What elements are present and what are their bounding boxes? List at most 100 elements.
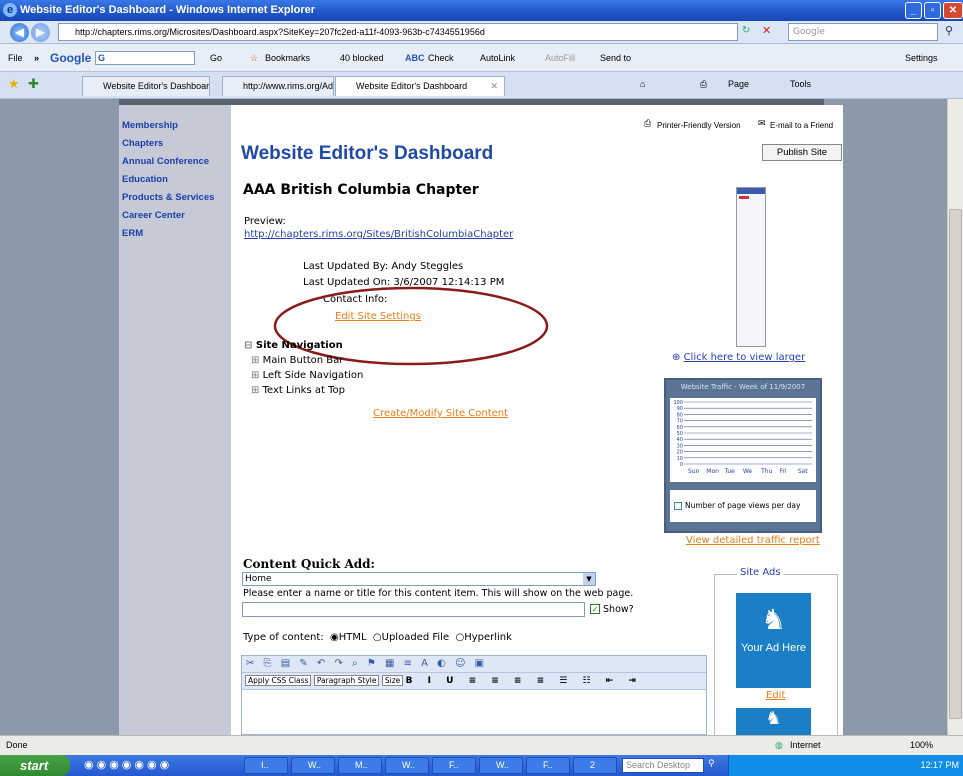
site-preview-thumbnail[interactable] — [736, 187, 766, 347]
show-checkbox[interactable]: ✓ — [590, 604, 600, 614]
popup-blocked-button[interactable]: 40 blocked — [340, 44, 384, 72]
dropdown-arrow-icon[interactable]: ▼ — [583, 573, 595, 585]
close-tab-icon[interactable]: ✕ — [490, 77, 498, 96]
send-to-button[interactable]: Send to — [600, 44, 631, 72]
view-larger-link[interactable]: ⊕ Click here to view larger — [672, 352, 805, 363]
task-button-5[interactable]: F.. — [432, 757, 476, 774]
ad-banner-2[interactable]: ♞ — [736, 708, 811, 735]
x-tick-label: Tue — [724, 468, 736, 475]
format-buttons[interactable]: B I U ≡ ≡ ≡ ≡ ☰ ☷ ⇤ ⇥ — [406, 676, 642, 686]
publish-site-button[interactable]: Publish Site — [762, 144, 842, 161]
content-type-row: Type of content: ◉HTML ○Uploaded File ○H… — [243, 632, 512, 643]
task-button-4[interactable]: W.. — [385, 757, 429, 774]
forward-arrow-icon[interactable]: ▶ — [31, 23, 50, 42]
check-button[interactable]: Check — [428, 44, 454, 72]
autofill-button[interactable]: AutoFill — [545, 44, 575, 72]
radio-hyperlink[interactable]: ○Hyperlink — [452, 632, 511, 643]
back-arrow-icon[interactable]: ◀ — [10, 23, 29, 42]
editor-toolbar-row-1[interactable]: ✂ ⎘ ▤ ✎ ↶ ↷ ⌕ ⚑ ▦ ≡ A ◐ ☺ ▣ — [242, 656, 706, 673]
printer-icon: ⎙ — [644, 119, 652, 129]
task-button-3[interactable]: M.. — [338, 757, 382, 774]
search-input[interactable]: Google — [788, 23, 938, 41]
preview-url-link[interactable]: http://chapters.rims.org/Sites/BritishCo… — [244, 229, 513, 240]
address-bar-row: ◀ ▶ http://chapters.rims.org/Microsites/… — [0, 21, 963, 44]
page-menu[interactable]: Page — [728, 79, 749, 89]
home-icon[interactable]: ⌂ — [640, 79, 645, 89]
radio-uploaded-file[interactable]: ○Uploaded File — [370, 632, 449, 643]
css-class-select[interactable]: Apply CSS Class — [245, 675, 312, 686]
expand-icon[interactable]: ⊞ — [251, 370, 259, 381]
nav-erm[interactable]: ERM — [119, 225, 231, 243]
content-title-input[interactable] — [242, 602, 585, 617]
google-search-box[interactable]: G — [95, 51, 195, 65]
task-button-1[interactable]: I.. — [244, 757, 288, 774]
quick-launch-icons[interactable]: ◉◉◉◉◉◉◉ — [84, 758, 172, 771]
show-checkbox-row[interactable]: ✓ Show? — [590, 604, 634, 615]
settings-button[interactable]: Settings — [905, 44, 938, 72]
globe-icon: ◍ — [775, 740, 783, 750]
ad-edit-link[interactable]: Edit — [766, 690, 785, 701]
task-button-8[interactable]: 2 — [573, 757, 617, 774]
chapter-name: AAA British Columbia Chapter — [243, 182, 479, 198]
minimize-icon[interactable]: _ — [905, 2, 922, 19]
favorites-star-icon[interactable]: ★ — [8, 76, 20, 92]
expand-icon[interactable]: ⊞ — [251, 385, 259, 396]
tab-dashboard-active[interactable]: Website Editor's Dashboard ✕ — [335, 76, 505, 96]
y-tick-label: 70 — [677, 419, 683, 425]
autolink-button[interactable]: AutoLink — [480, 44, 515, 72]
search-icon[interactable]: ⚲ — [945, 24, 953, 37]
nav-annual-conference[interactable]: Annual Conference — [119, 153, 231, 171]
start-button[interactable]: start — [0, 755, 70, 776]
star-icon[interactable]: ☆ — [250, 44, 258, 72]
zoom-level[interactable]: 100% — [910, 736, 933, 755]
radio-html[interactable]: ◉HTML — [327, 632, 367, 643]
close-icon[interactable]: ✕ — [943, 2, 963, 19]
size-select[interactable]: Size — [381, 675, 404, 686]
traffic-title: Website Traffic - Week of 11/9/2007 — [680, 383, 806, 391]
collapse-icon[interactable]: ⊟ — [244, 340, 252, 351]
section-select[interactable]: Home ▼ — [242, 572, 596, 586]
desktop-search-icon[interactable]: ⚲ — [708, 758, 715, 769]
tab-admin[interactable]: http://www.rims.org/AdminT... — [222, 76, 334, 96]
printer-friendly-link[interactable]: Printer-Friendly Version — [657, 121, 741, 130]
add-favorites-icon[interactable]: ✚ — [28, 76, 39, 92]
nav-tree-left-side-nav[interactable]: ⊞ Left Side Navigation — [251, 370, 363, 381]
nav-career-center[interactable]: Career Center — [119, 207, 231, 225]
editor-toolbar-row-2: Apply CSS Class Paragraph Style Size B I… — [242, 673, 706, 690]
refresh-icon[interactable]: ↻ — [742, 25, 750, 36]
create-modify-content-link[interactable]: Create/Modify Site Content — [373, 408, 508, 419]
scrollbar-thumb[interactable] — [949, 209, 962, 719]
task-button-7[interactable]: F.. — [526, 757, 570, 774]
desktop-search-input[interactable]: Search Desktop — [622, 758, 704, 773]
tools-menu[interactable]: Tools — [790, 79, 811, 89]
go-button[interactable]: Go — [210, 44, 222, 72]
email-icon: ✉ — [758, 119, 766, 129]
nav-chapters[interactable]: Chapters — [119, 135, 231, 153]
rich-text-editor[interactable]: ✂ ⎘ ▤ ✎ ↶ ↷ ⌕ ⚑ ▦ ≡ A ◐ ☺ ▣ Apply CSS Cl… — [241, 655, 707, 735]
window-title-bar[interactable]: e Website Editor's Dashboard - Windows I… — [0, 0, 963, 21]
bookmarks-button[interactable]: Bookmarks — [265, 44, 310, 72]
vertical-scrollbar[interactable] — [947, 99, 963, 735]
task-button-6[interactable]: W.. — [479, 757, 523, 774]
task-button-2[interactable]: W.. — [291, 757, 335, 774]
print-icon[interactable]: ⎙ — [700, 79, 707, 90]
nav-membership[interactable]: Membership — [119, 117, 231, 135]
file-menu[interactable]: File — [8, 44, 23, 72]
url-input[interactable]: http://chapters.rims.org/Microsites/Dash… — [58, 23, 738, 41]
toolbar-overflow-icon[interactable]: » — [34, 44, 39, 72]
paragraph-style-select[interactable]: Paragraph Style — [313, 675, 380, 686]
maximize-icon[interactable]: ▫ — [924, 2, 941, 19]
nav-education[interactable]: Education — [119, 171, 231, 189]
tab-dashboard-1[interactable]: Website Editor's Dashboard — [82, 76, 210, 96]
traffic-legend: Number of page views per day — [670, 490, 816, 522]
nav-products-services[interactable]: Products & Services — [119, 189, 231, 207]
nav-tree-text-links[interactable]: ⊞ Text Links at Top — [251, 385, 345, 396]
x-tick-label: We — [743, 468, 753, 475]
x-tick-label: Sat — [798, 468, 808, 475]
traffic-report-link[interactable]: View detailed traffic report — [686, 535, 820, 546]
nav-tree-main-button-bar[interactable]: ⊞ Main Button Bar — [251, 355, 343, 366]
expand-icon[interactable]: ⊞ — [251, 355, 259, 366]
stop-icon[interactable]: ✕ — [762, 24, 771, 37]
email-friend-link[interactable]: E-mail to a Friend — [770, 121, 833, 130]
ad-banner[interactable]: ♞ Your Ad Here — [736, 593, 811, 688]
